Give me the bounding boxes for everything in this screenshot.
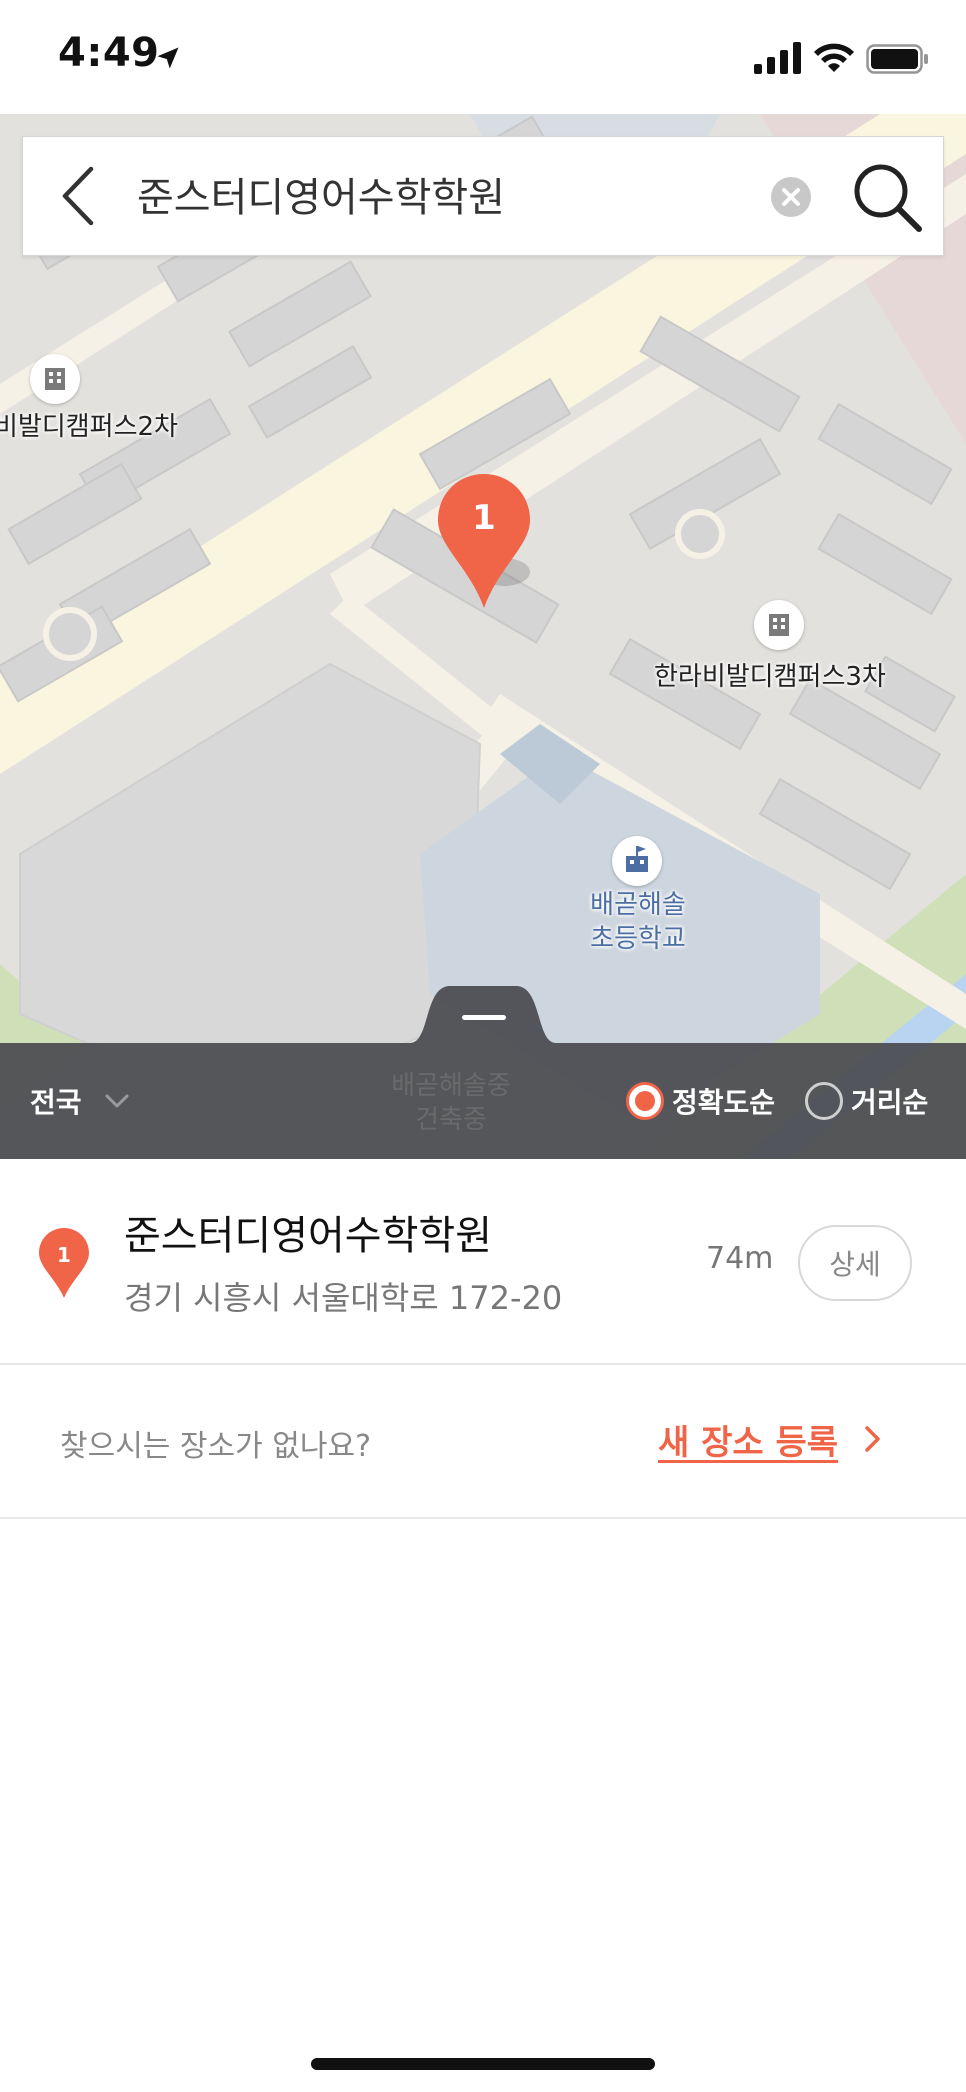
- home-indicator[interactable]: [311, 2058, 655, 2070]
- region-label: 전국: [30, 1086, 82, 1119]
- result-distance: 74m: [706, 1241, 774, 1276]
- map-label-school-line2: 초등학교: [590, 924, 686, 954]
- building-icon[interactable]: [30, 354, 80, 404]
- wifi-icon: [814, 43, 854, 72]
- search-icon[interactable]: [849, 159, 925, 235]
- map-label-middle-school: 배곧해솔중 건축중: [386, 1069, 516, 1137]
- map-label-campus3[interactable]: 한라비발디캠퍼스3차: [654, 656, 886, 693]
- battery-icon: [866, 44, 928, 74]
- school-icon[interactable]: [612, 836, 662, 886]
- chevron-down-icon: [105, 1094, 129, 1108]
- result-list-item[interactable]: 1 준스터디영어수학학원 경기 시흥시 서울대학로 172-20 74m 상세: [0, 1159, 966, 1365]
- map-label-campus2[interactable]: 비발디캠퍼스2차: [0, 406, 178, 443]
- map-label-elementary-school[interactable]: 배곧해솔 초등학교: [578, 888, 698, 956]
- filter-bar: 전국 배곧해솔중 건축중 정확도순 거리순: [0, 1043, 966, 1159]
- map-pin-number: 1: [472, 498, 496, 538]
- missing-place-text: 찾으시는 장소가 없나요?: [60, 1429, 371, 1464]
- missing-place-row: 찾으시는 장소가 없나요? 새 장소 등록: [0, 1365, 966, 1519]
- chevron-right-icon[interactable]: [862, 1425, 884, 1453]
- search-bar: [22, 136, 944, 256]
- result-title[interactable]: 준스터디영어수학학원: [124, 1203, 492, 1261]
- sort-option-distance[interactable]: 거리순: [805, 1079, 928, 1123]
- cellular-signal-icon: [754, 42, 801, 74]
- radio-selected[interactable]: [626, 1082, 664, 1120]
- result-address: 경기 시흥시 서울대학로 172-20: [124, 1279, 563, 1317]
- sort-label-accuracy: 정확도순: [672, 1086, 776, 1119]
- region-dropdown[interactable]: 전국: [30, 1079, 130, 1123]
- map-pin-marker[interactable]: [434, 472, 534, 612]
- result-pin-number: 1: [57, 1243, 71, 1267]
- status-time: 4:49: [58, 30, 160, 76]
- sheet-handle-grip: [462, 1015, 506, 1020]
- map-label-middle-line1: 배곧해솔중: [391, 1071, 511, 1101]
- sort-label-distance: 거리순: [851, 1086, 929, 1119]
- sort-option-accuracy[interactable]: 정확도순: [626, 1079, 775, 1123]
- location-arrow-icon: [157, 47, 179, 69]
- radio-unselected[interactable]: [805, 1082, 843, 1120]
- back-arrow-icon[interactable]: [47, 161, 117, 231]
- clear-search-button[interactable]: [771, 177, 811, 217]
- map-label-school-line1: 배곧해솔: [590, 890, 686, 920]
- close-icon: [782, 188, 800, 206]
- register-new-place-link[interactable]: 새 장소 등록: [658, 1415, 838, 1464]
- status-bar: 4:49: [0, 0, 966, 114]
- search-input[interactable]: [137, 159, 757, 229]
- building-icon[interactable]: [754, 600, 804, 650]
- detail-button[interactable]: 상세: [798, 1225, 912, 1301]
- map-label-middle-line2: 건축중: [415, 1105, 487, 1135]
